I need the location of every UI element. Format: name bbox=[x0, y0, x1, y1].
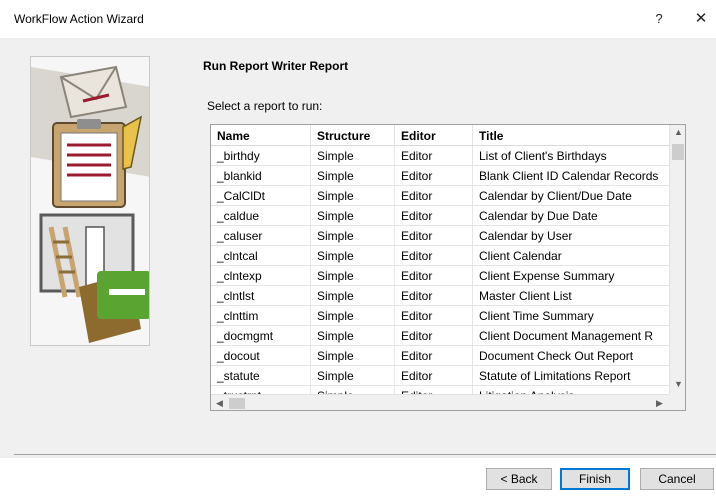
report-title-cell: Client Document Management R bbox=[479, 329, 654, 343]
scrollbar-corner bbox=[669, 394, 685, 410]
report-structure-cell: Simple bbox=[311, 186, 395, 205]
report-title-cell: Master Client List bbox=[479, 289, 572, 303]
table-row[interactable]: _clntlst Simple Editor Master Client List bbox=[211, 286, 669, 306]
report-title-cell: Client Time Summary bbox=[479, 309, 594, 323]
report-name-cell: _clntcal bbox=[211, 246, 311, 265]
scroll-left-icon[interactable]: ◀ bbox=[211, 398, 228, 409]
report-name-cell: _caldue bbox=[211, 206, 311, 225]
report-editor-cell: Editor bbox=[395, 146, 473, 165]
table-row[interactable]: _docout Simple Editor Document Check Out Re… bbox=[211, 346, 669, 366]
report-editor-cell: Editor bbox=[395, 166, 473, 185]
report-structure-cell: Simple bbox=[311, 166, 395, 185]
report-editor-cell: Editor bbox=[395, 266, 473, 285]
report-title-cell: Calendar by Client/Due Date bbox=[479, 189, 632, 203]
back-button[interactable]: < Back bbox=[486, 468, 552, 490]
table-row[interactable]: _clnttim Simple Editor Client Time Summary bbox=[211, 306, 669, 326]
table-row[interactable]: _caluser Simple Editor Calendar by User bbox=[211, 226, 669, 246]
column-header-editor[interactable]: Editor bbox=[395, 125, 473, 145]
section-title: Run Report Writer Report bbox=[203, 59, 349, 73]
scroll-right-icon[interactable]: ▶ bbox=[651, 398, 668, 409]
report-title-cell: Document Check Out Report bbox=[479, 349, 634, 363]
report-editor-cell: Editor bbox=[395, 346, 473, 365]
column-header-title[interactable]: Title bbox=[473, 125, 669, 145]
report-prompt: Select a report to run: bbox=[207, 99, 323, 113]
report-editor-cell: Editor bbox=[395, 286, 473, 305]
report-name-cell: _clntexp bbox=[211, 266, 311, 285]
cancel-button[interactable]: Cancel bbox=[640, 468, 714, 490]
report-editor-cell: Editor bbox=[395, 366, 473, 385]
report-name-cell: _CalClDt bbox=[211, 186, 311, 205]
report-title-cell: Statute of Limitations Report bbox=[479, 369, 631, 383]
report-structure-cell: Simple bbox=[311, 246, 395, 265]
report-editor-cell: Editor bbox=[395, 226, 473, 245]
report-name-cell: _caluser bbox=[211, 226, 311, 245]
report-structure-cell: Simple bbox=[311, 366, 395, 385]
report-title-cell: Client Expense Summary bbox=[479, 269, 615, 283]
finish-button[interactable]: Finish bbox=[560, 468, 630, 490]
report-editor-cell: Editor bbox=[395, 206, 473, 225]
report-editor-cell: Editor bbox=[395, 186, 473, 205]
wizard-art-icon bbox=[31, 57, 149, 345]
report-structure-cell: Simple bbox=[311, 326, 395, 345]
report-structure-cell: Simple bbox=[311, 306, 395, 325]
footer-separator bbox=[14, 454, 716, 455]
report-name-cell: _docout bbox=[211, 346, 311, 365]
report-structure-cell: Simple bbox=[311, 146, 395, 165]
report-rows: _birthdy Simple Editor List of Client's Bir… bbox=[211, 146, 669, 406]
vertical-scrollbar[interactable]: ▲ ▼ bbox=[669, 125, 685, 394]
horizontal-scroll-thumb[interactable] bbox=[229, 398, 245, 409]
wizard-illustration bbox=[30, 56, 150, 346]
report-title-cell: Blank Client ID Calendar Records bbox=[479, 169, 659, 183]
report-editor-cell: Editor bbox=[395, 306, 473, 325]
table-row[interactable]: _docmgmt Simple Editor Client Document Mana… bbox=[211, 326, 669, 346]
report-name-cell: _birthdy bbox=[211, 146, 311, 165]
report-title-cell: Calendar by Due Date bbox=[479, 209, 598, 223]
report-editor-cell: Editor bbox=[395, 246, 473, 265]
column-header-name[interactable]: Name bbox=[211, 125, 311, 145]
report-name-cell: _statute bbox=[211, 366, 311, 385]
horizontal-scrollbar[interactable]: ◀ ▶ bbox=[211, 394, 669, 410]
report-list-header: Name Structure Editor Title bbox=[211, 125, 669, 146]
scroll-down-icon[interactable]: ▼ bbox=[670, 379, 685, 389]
report-structure-cell: Simple bbox=[311, 286, 395, 305]
title-bar: WorkFlow Action Wizard ? ✕ bbox=[0, 0, 716, 38]
table-row[interactable]: _clntcal Simple Editor Client Calendar bbox=[211, 246, 669, 266]
report-structure-cell: Simple bbox=[311, 226, 395, 245]
report-name-cell: _clntlst bbox=[211, 286, 311, 305]
report-structure-cell: Simple bbox=[311, 346, 395, 365]
table-row[interactable]: _statute Simple Editor Statute of Limitatio… bbox=[211, 366, 669, 386]
report-structure-cell: Simple bbox=[311, 266, 395, 285]
scroll-up-icon[interactable]: ▲ bbox=[670, 127, 685, 137]
table-row[interactable]: _blankid Simple Editor Blank Client ID Cale… bbox=[211, 166, 669, 186]
report-title-cell: List of Client's Birthdays bbox=[479, 149, 607, 163]
report-name-cell: _blankid bbox=[211, 166, 311, 185]
report-name-cell: _docmgmt bbox=[211, 326, 311, 345]
help-button[interactable]: ? bbox=[648, 8, 670, 30]
report-title-cell: Client Calendar bbox=[479, 249, 562, 263]
table-row[interactable]: _caldue Simple Editor Calendar by Due Date bbox=[211, 206, 669, 226]
table-row[interactable]: _CalClDt Simple Editor Calendar by Client/D… bbox=[211, 186, 669, 206]
report-list[interactable]: Name Structure Editor Title _birthdy Simp… bbox=[210, 124, 686, 411]
vertical-scroll-thumb[interactable] bbox=[672, 144, 684, 160]
report-name-cell: _clnttim bbox=[211, 306, 311, 325]
report-editor-cell: Editor bbox=[395, 326, 473, 345]
window-title: WorkFlow Action Wizard bbox=[14, 12, 144, 26]
report-title-cell: Calendar by User bbox=[479, 229, 573, 243]
report-structure-cell: Simple bbox=[311, 206, 395, 225]
table-row[interactable]: _birthdy Simple Editor List of Client's Bir… bbox=[211, 146, 669, 166]
table-row[interactable]: _clntexp Simple Editor Client Expense Summa… bbox=[211, 266, 669, 286]
column-header-structure[interactable]: Structure bbox=[311, 125, 395, 145]
close-button[interactable]: ✕ bbox=[690, 8, 712, 30]
